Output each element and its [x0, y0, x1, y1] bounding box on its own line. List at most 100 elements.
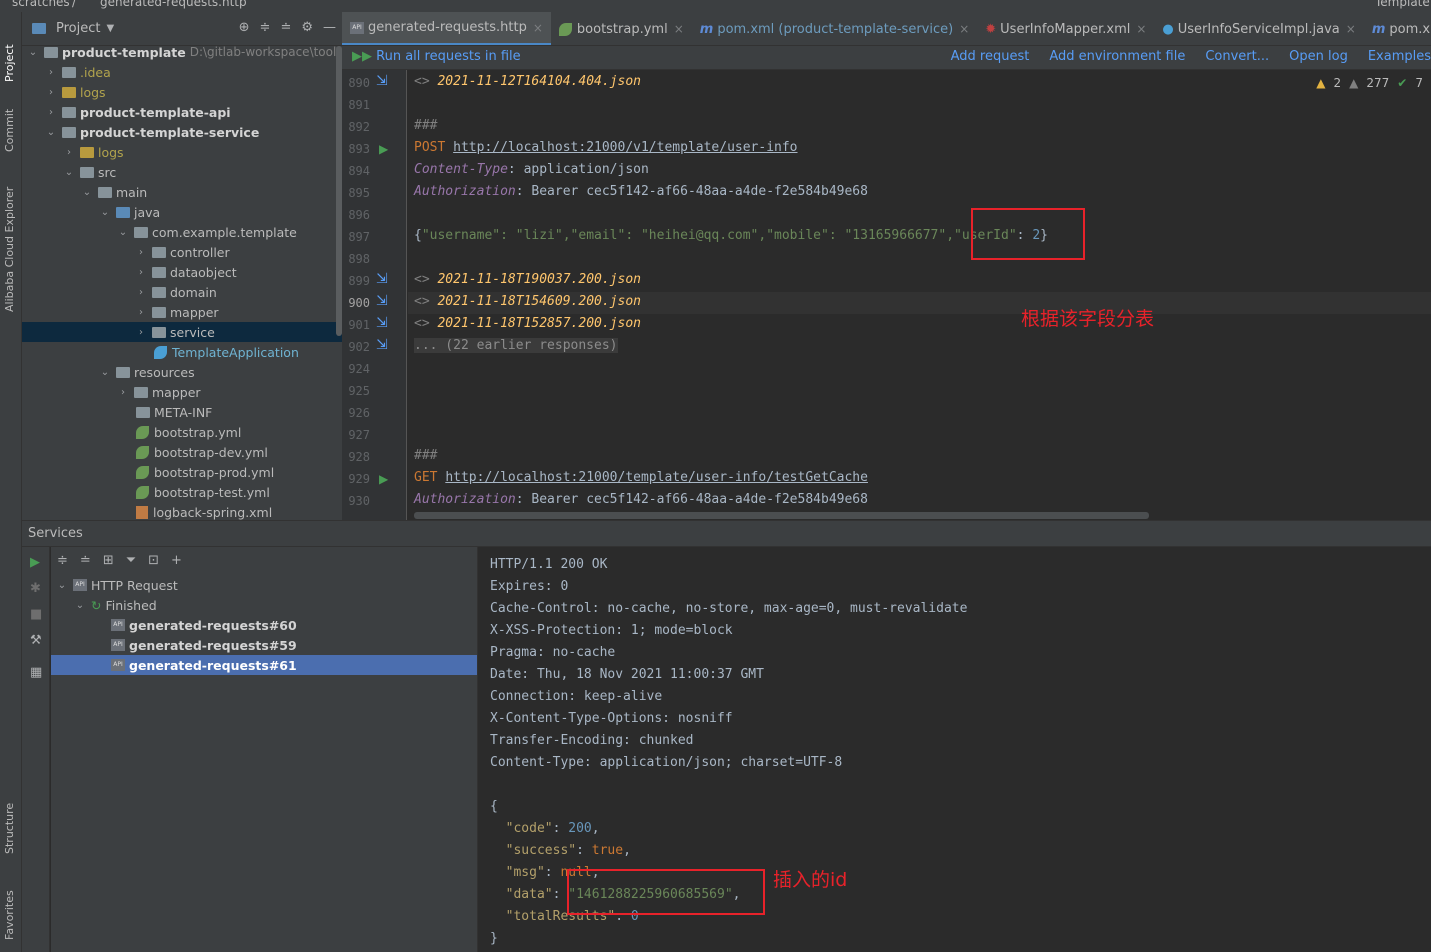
close-icon[interactable]: ×: [959, 22, 969, 36]
locate-icon[interactable]: ⊕: [239, 20, 250, 35]
expand-all-icon[interactable]: ≑: [57, 553, 68, 568]
services-tree-request-60[interactable]: API generated-requests#60: [111, 615, 297, 635]
tab-userinfomapper-xml[interactable]: ✹ UserInfoMapper.xml ×: [977, 12, 1154, 45]
chevron-down-icon[interactable]: ⌄: [46, 127, 56, 138]
tree-item-logback[interactable]: logback-spring.xml: [136, 502, 272, 520]
chevron-down-icon[interactable]: ▼: [106, 23, 114, 34]
tree-item-mapper[interactable]: › mapper: [136, 302, 219, 322]
close-icon[interactable]: ×: [533, 21, 543, 35]
chevron-right-icon[interactable]: ›: [118, 387, 128, 398]
response-link-icon[interactable]: ⇲: [376, 73, 388, 89]
tree-item-product-template-api[interactable]: › product-template-api: [46, 102, 231, 122]
chevron-right-icon[interactable]: ›: [136, 267, 146, 278]
chevron-down-icon[interactable]: ⌄: [75, 600, 85, 611]
tree-item-controller[interactable]: › controller: [136, 242, 230, 262]
tool-tab-favorites[interactable]: Favorites: [3, 890, 16, 940]
chevron-down-icon[interactable]: ⌄: [57, 580, 67, 591]
tree-item-meta-inf[interactable]: META-INF: [134, 402, 212, 422]
tree-item-domain[interactable]: › domain: [136, 282, 217, 302]
breadcrumb-scratches[interactable]: scratches: [12, 0, 70, 9]
tab-generated-requests[interactable]: API generated-requests.http ×: [342, 12, 551, 45]
chevron-right-icon[interactable]: ›: [136, 327, 146, 338]
add-environment-link[interactable]: Add environment file: [1049, 49, 1185, 64]
request-url-link[interactable]: http://localhost:21000/template/user-inf…: [445, 470, 868, 485]
tree-item-dataobject[interactable]: › dataobject: [136, 262, 237, 282]
stop-icon[interactable]: ■: [30, 607, 42, 622]
response-link-icon[interactable]: ⇲: [376, 337, 388, 353]
chevron-right-icon[interactable]: ›: [46, 107, 56, 118]
tree-item-product-template[interactable]: ⌄ product-template D:\gitlab-workspace\t…: [28, 42, 342, 62]
response-link-icon[interactable]: ⇲: [376, 271, 388, 287]
tree-item-service[interactable]: › service: [22, 322, 342, 342]
layout-icon[interactable]: ▦: [30, 665, 42, 680]
close-icon[interactable]: ×: [1136, 22, 1146, 36]
chevron-right-icon[interactable]: ›: [64, 147, 74, 158]
chevron-down-icon[interactable]: ⌄: [100, 367, 110, 378]
chevron-right-icon[interactable]: ›: [136, 307, 146, 318]
filter-icon[interactable]: ⏷: [126, 553, 136, 568]
chevron-right-icon[interactable]: ›: [46, 87, 56, 98]
tree-item-resources[interactable]: ⌄ resources: [100, 362, 195, 382]
folded-responses[interactable]: ... (22 earlier responses): [414, 338, 618, 353]
services-tree-http-request[interactable]: ⌄ API HTTP Request: [57, 575, 178, 595]
chevron-down-icon[interactable]: ⌄: [118, 227, 128, 238]
close-icon[interactable]: ×: [674, 22, 684, 36]
run-request-icon[interactable]: ▶: [379, 472, 388, 486]
response-view[interactable]: HTTP/1.1 200 OK Expires: 0 Cache-Control…: [478, 547, 1431, 952]
run-all-requests-button[interactable]: ▶▶ Run all requests in file: [352, 49, 521, 64]
chevron-right-icon[interactable]: ›: [46, 67, 56, 78]
inspection-widget[interactable]: ▲ 2 ▲ 277 ✔ 7: [1316, 76, 1423, 90]
response-link-icon[interactable]: ⇲: [376, 315, 388, 331]
convert-link[interactable]: Convert...: [1205, 49, 1269, 64]
tree-item-bootstrap-test[interactable]: bootstrap-test.yml: [136, 482, 270, 502]
expand-all-icon[interactable]: ≑: [260, 20, 271, 35]
editor-code-area[interactable]: ▲ 2 ▲ 277 ✔ 7 <> 2021-11-12T164104.404.json…: [408, 70, 1431, 520]
project-view-title[interactable]: Project: [56, 21, 100, 36]
tree-item-package[interactable]: ⌄ com.example.template: [118, 222, 297, 242]
services-tree-finished[interactable]: ⌄ ↻ Finished: [75, 595, 157, 615]
tool-tab-project[interactable]: Project: [3, 44, 16, 82]
editor-horizontal-scrollbar[interactable]: [414, 512, 1149, 519]
debug-icon[interactable]: ✱: [30, 581, 41, 596]
tree-item-logs[interactable]: › logs: [46, 82, 106, 102]
tree-item-logs-service[interactable]: › logs: [64, 142, 124, 162]
gear-icon[interactable]: ⚙: [301, 20, 313, 35]
tab-pom-service[interactable]: m pom.xml (product-template-service) ×: [692, 12, 978, 45]
add-icon[interactable]: +: [171, 553, 182, 568]
run-request-icon[interactable]: ▶: [379, 142, 388, 156]
chevron-down-icon[interactable]: ⌄: [28, 47, 38, 58]
tab-pom-other[interactable]: mpom.xml (product-: [1364, 12, 1431, 45]
chevron-right-icon[interactable]: ›: [136, 287, 146, 298]
chevron-right-icon[interactable]: ›: [136, 247, 146, 258]
tree-item-product-template-service[interactable]: ⌄ product-template-service: [46, 122, 260, 142]
tool-tab-alibaba-cloud[interactable]: Alibaba Cloud Explorer: [3, 187, 16, 312]
tree-item-idea[interactable]: › .idea: [46, 62, 111, 82]
tool-tab-structure[interactable]: Structure: [3, 803, 16, 854]
request-url-link[interactable]: http://localhost:21000/v1/template/user-…: [453, 140, 797, 155]
chevron-down-icon[interactable]: ⌄: [100, 207, 110, 218]
add-request-link[interactable]: Add request: [951, 49, 1030, 64]
run-config-label[interactable]: Template: [1375, 0, 1430, 9]
response-link-icon[interactable]: ⇲: [376, 293, 388, 309]
tree-item-mapper-res[interactable]: › mapper: [118, 382, 201, 402]
tree-item-java[interactable]: ⌄ java: [100, 202, 160, 222]
tree-item-bootstrap-dev[interactable]: bootstrap-dev.yml: [136, 442, 268, 462]
tree-item-src[interactable]: ⌄ src: [64, 162, 116, 182]
collapse-all-icon[interactable]: ≐: [280, 20, 291, 35]
services-tree-request-59[interactable]: API generated-requests#59: [111, 635, 297, 655]
breadcrumb-file[interactable]: generated-requests.http: [100, 0, 247, 9]
tree-item-main[interactable]: ⌄ main: [82, 182, 147, 202]
group-icon[interactable]: ⊞: [103, 553, 114, 568]
hide-icon[interactable]: —: [323, 20, 336, 35]
services-tree-request-61[interactable]: API generated-requests#61: [51, 655, 477, 675]
new-tab-icon[interactable]: ⊡: [148, 553, 159, 568]
chevron-down-icon[interactable]: ⌄: [82, 187, 92, 198]
tree-item-bootstrap-prod[interactable]: bootstrap-prod.yml: [136, 462, 274, 482]
wrench-icon[interactable]: ⚒: [30, 633, 42, 648]
run-icon[interactable]: ▶: [30, 555, 40, 570]
tree-item-bootstrap-yml[interactable]: bootstrap.yml: [136, 422, 241, 442]
close-icon[interactable]: ×: [1346, 22, 1356, 36]
chevron-down-icon[interactable]: ⌄: [64, 167, 74, 178]
tab-bootstrap-yml[interactable]: bootstrap.yml ×: [551, 12, 692, 45]
tab-userinfoserviceimpl[interactable]: ● UserInfoServiceImpl.java ×: [1154, 12, 1363, 45]
